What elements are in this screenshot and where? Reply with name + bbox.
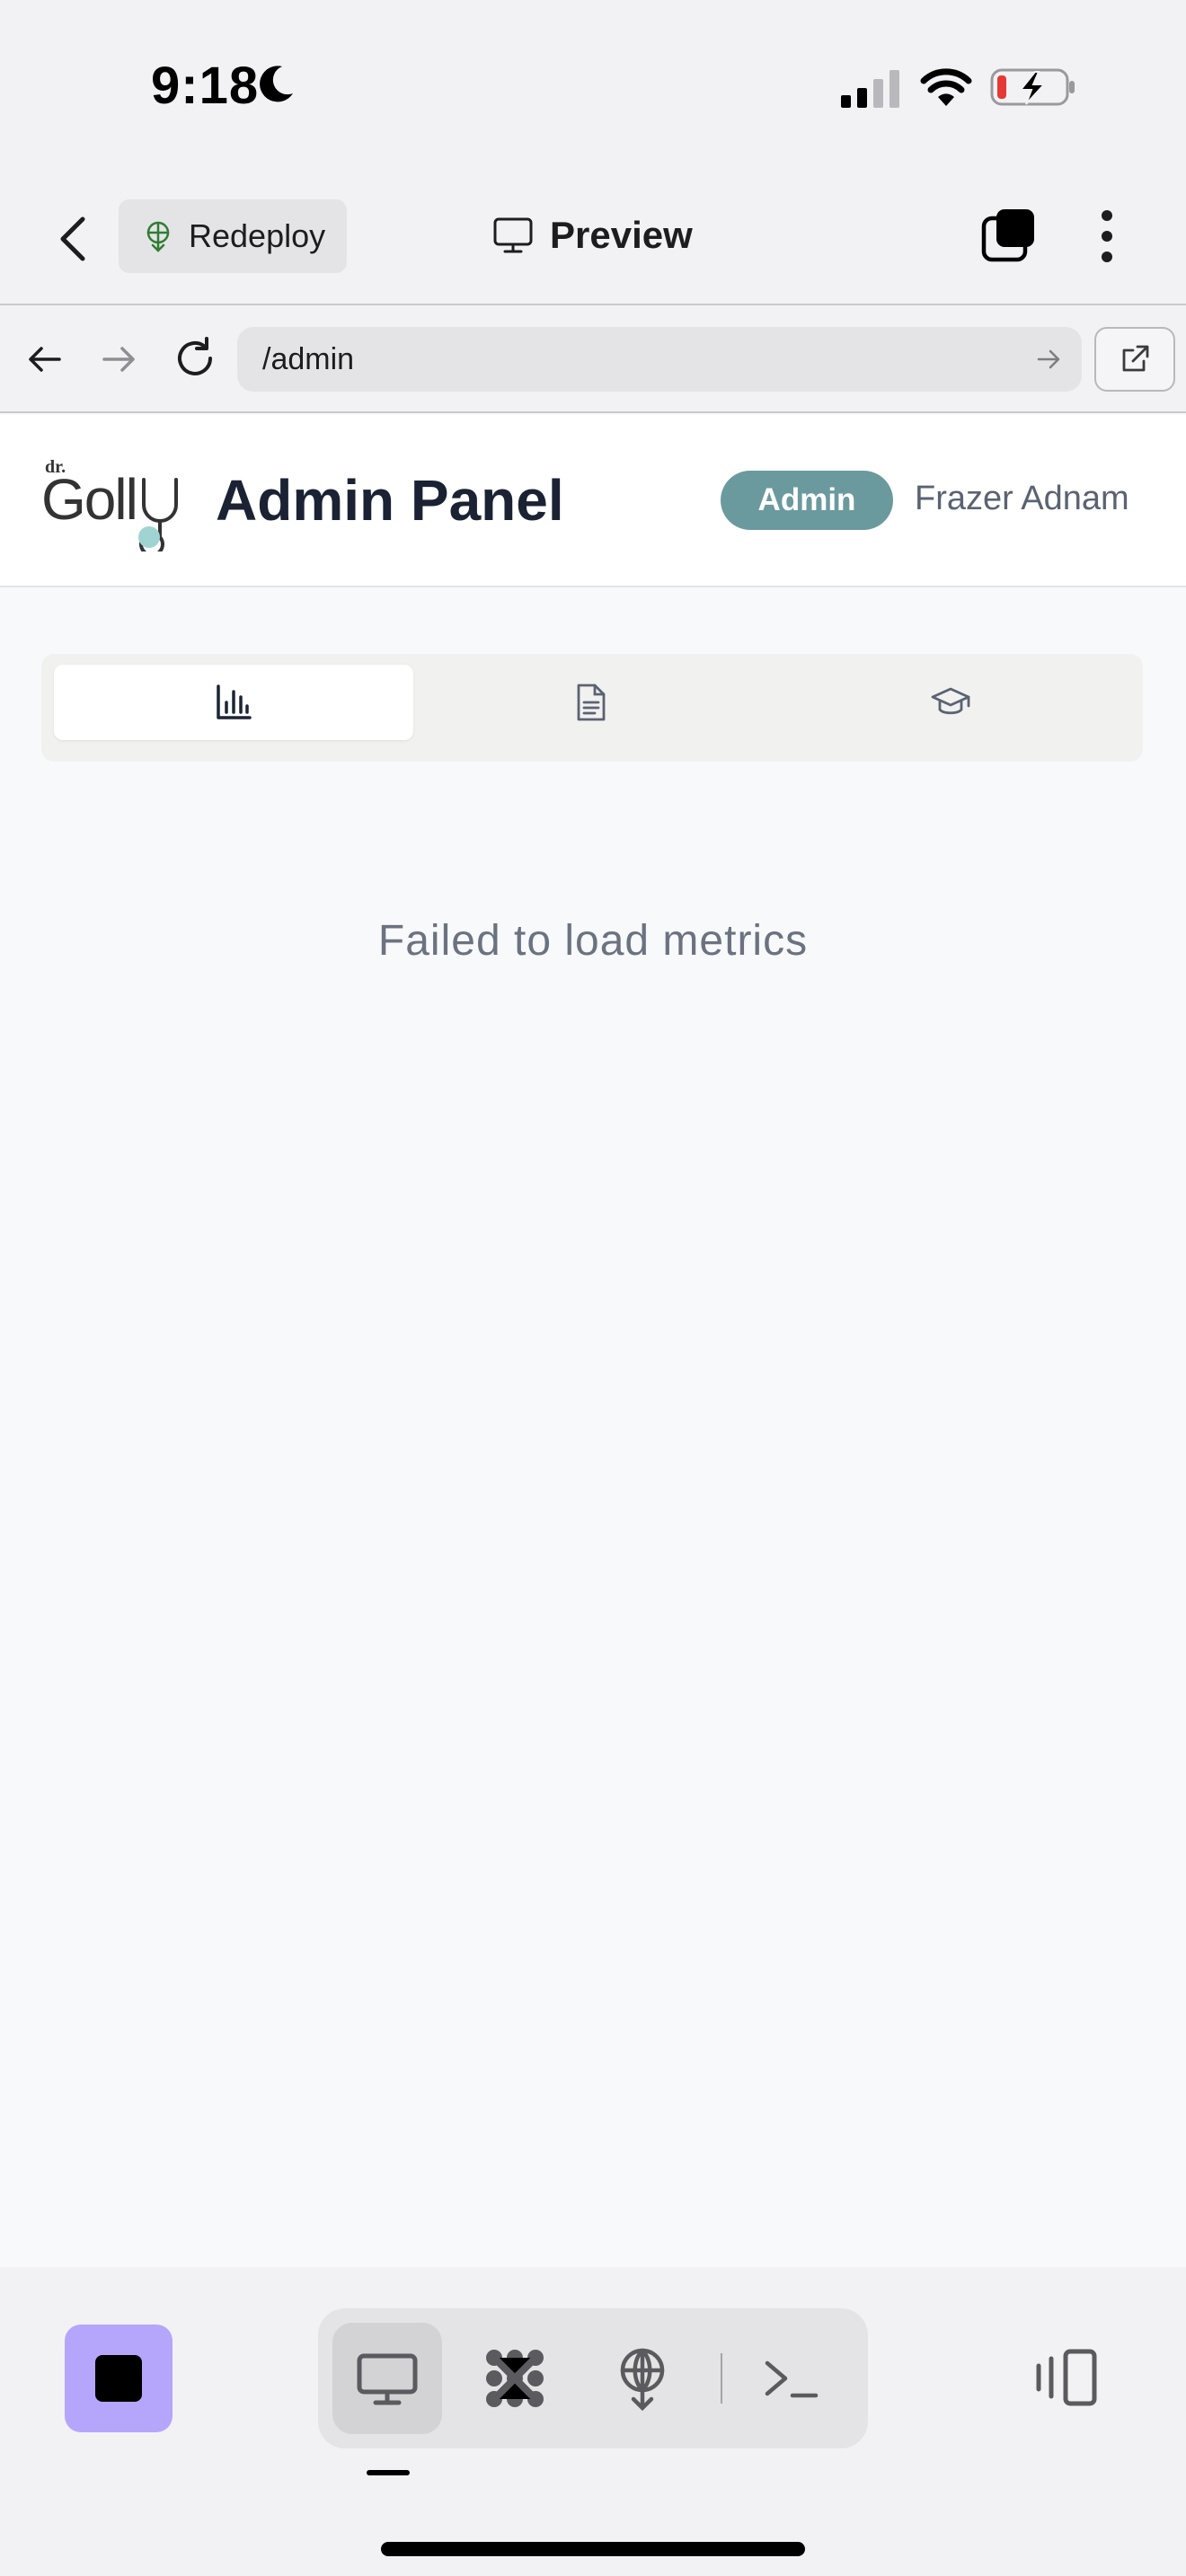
tab-metrics[interactable]: [54, 665, 413, 740]
url-text: /admin: [262, 341, 355, 376]
deploy-icon: [620, 2348, 665, 2412]
tab-content[interactable]: [412, 665, 771, 740]
graduation-cap-icon: [931, 687, 970, 715]
site-header: dr. Goll Admin Panel Admin Frazer Adnam: [0, 415, 1186, 587]
terminal-view-button[interactable]: [737, 2323, 846, 2434]
monitor-icon: [493, 217, 533, 253]
preview-title: Preview: [492, 208, 693, 262]
terminal-icon: [765, 2360, 819, 2398]
bottom-toolbar: [0, 2267, 1186, 2576]
tabs-icon[interactable]: [981, 207, 1037, 262]
more-options-icon[interactable]: [1098, 208, 1116, 264]
reload-icon[interactable]: [173, 336, 217, 381]
tab-courses[interactable]: [771, 665, 1130, 740]
open-external-button[interactable]: [1094, 327, 1175, 392]
status-time: 9:18: [151, 57, 260, 115]
stop-icon: [95, 2355, 142, 2402]
active-view-indicator: [367, 2470, 410, 2475]
document-icon: [577, 684, 606, 721]
svg-text:Goll: Goll: [41, 467, 137, 532]
browser-back-icon[interactable]: [25, 340, 65, 379]
toolbar-divider: [721, 2353, 722, 2404]
browser-toolbar: /admin: [0, 305, 1186, 413]
deploy-view-button[interactable]: [588, 2323, 697, 2434]
role-badge: Admin: [721, 471, 893, 530]
app-header: Redeploy Preview: [0, 171, 1186, 305]
deploy-globe-icon: [146, 221, 170, 252]
url-field[interactable]: /admin: [237, 327, 1082, 392]
redeploy-button[interactable]: Redeploy: [119, 199, 347, 273]
agents-icon: [486, 2350, 544, 2407]
user-name: Frazer Adnam: [915, 480, 1129, 517]
agents-view-button[interactable]: [460, 2323, 570, 2434]
go-arrow-icon[interactable]: [1035, 346, 1062, 373]
admin-tabs: [41, 654, 1143, 762]
dr-golly-logo: dr. Goll: [41, 457, 178, 551]
status-bar: 9:18: [0, 0, 1186, 171]
signal-icon: [841, 70, 899, 108]
battery-charging-icon: [990, 68, 1075, 106]
external-link-icon: [1122, 345, 1149, 372]
bar-chart-icon: [217, 684, 252, 719]
wifi-icon: [920, 68, 972, 106]
moon-icon: [260, 66, 293, 102]
view-switcher: [318, 2308, 868, 2448]
home-indicator: [381, 2542, 805, 2556]
preview-title-text: Preview: [550, 214, 693, 256]
error-message: Failed to load metrics: [377, 917, 809, 965]
stop-button[interactable]: [65, 2325, 173, 2432]
split-view-icon[interactable]: [1033, 2346, 1100, 2409]
desktop-view-button[interactable]: [332, 2323, 442, 2434]
redeploy-label: Redeploy: [189, 217, 326, 254]
back-chevron-icon[interactable]: [56, 214, 92, 264]
browser-forward-icon[interactable]: [99, 340, 138, 379]
desktop-icon: [357, 2353, 418, 2405]
page-title: Admin Panel: [216, 468, 564, 533]
